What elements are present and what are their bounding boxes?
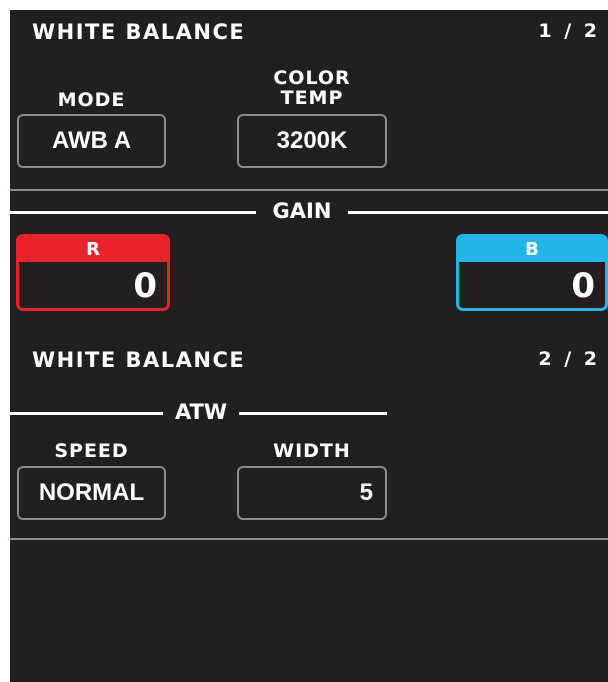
atw-section-line-left — [10, 412, 163, 415]
color-temp-value-box[interactable]: 3200K — [237, 114, 387, 168]
gain-r-value: 0 — [133, 266, 157, 306]
panel-title: WHITE BALANCE — [32, 20, 246, 44]
divider-line — [10, 538, 608, 540]
speed-value-box[interactable]: NORMAL — [17, 466, 166, 520]
color-temp-label-line1: COLOR — [273, 67, 351, 89]
color-temp-label-line2: TEMP — [280, 87, 344, 109]
width-value: 5 — [359, 479, 373, 506]
speed-value: NORMAL — [38, 479, 145, 506]
divider-line — [10, 189, 608, 191]
color-temp-value: 3200K — [276, 127, 348, 154]
width-value-box[interactable]: 5 — [237, 466, 387, 520]
panel-title: WHITE BALANCE — [32, 348, 246, 372]
gain-b-value: 0 — [571, 266, 595, 306]
mode-label: MODE — [57, 89, 126, 111]
gain-r-label: R — [19, 237, 167, 262]
page-indicator: 2 / 2 — [538, 348, 600, 370]
gain-section-line-right — [348, 211, 608, 214]
gain-b-label: B — [459, 237, 605, 262]
width-label: WIDTH — [273, 440, 351, 462]
white-balance-panel-page-2: WHITE BALANCE 2 / 2 ATW SPEED NORMAL WID… — [10, 338, 608, 682]
atw-section-label: ATW — [174, 400, 228, 424]
speed-label: SPEED — [54, 440, 129, 462]
page-indicator: 1 / 2 — [538, 20, 600, 42]
mode-value-box[interactable]: AWB A — [17, 114, 166, 168]
atw-section-line-right — [239, 412, 387, 415]
white-balance-panel-page-1: WHITE BALANCE 1 / 2 MODE AWB A COLOR TEM… — [10, 10, 608, 343]
gain-b-box[interactable]: B 0 — [456, 234, 608, 311]
gain-r-box[interactable]: R 0 — [16, 234, 170, 311]
gain-section-line-left — [10, 211, 256, 214]
gain-section-label: GAIN — [272, 199, 332, 223]
mode-value: AWB A — [51, 127, 132, 154]
